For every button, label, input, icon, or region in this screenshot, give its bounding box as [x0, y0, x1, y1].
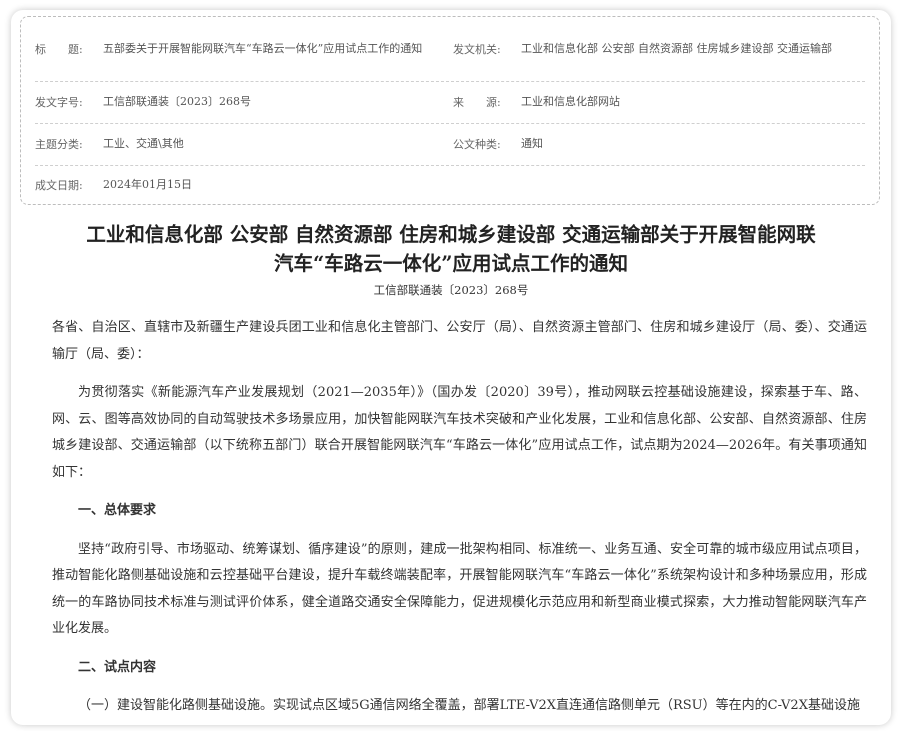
doc-number-label: 发文字号: — [35, 96, 83, 109]
section-2-heading: 二、试点内容 — [78, 659, 157, 675]
written-date-label: 成文日期: — [35, 178, 83, 192]
document-frame: 标 题: 五部委关于开展智能网联汽车“车路云一体化”应用试点工作的通知 发文机关… — [11, 10, 891, 725]
title-label: 标 题: — [35, 43, 83, 56]
metadata-row-title: 标 题: 五部委关于开展智能网联汽车“车路云一体化”应用试点工作的通知 发文机关… — [35, 17, 865, 82]
metadata-row-category: 主题分类: 工业、交通\其他 公文种类: 通知 — [35, 123, 865, 166]
metadata-row-date: 成文日期: 2024年01月15日 — [35, 165, 865, 204]
section-1-paragraph: 坚持“政府引导、市场驱动、统筹谋划、循序建设”的原则，建成一批架构相同、标准统一… — [52, 541, 867, 637]
document-title-line-2: 汽车“车路云一体化”应用试点工作的通知 — [274, 252, 628, 275]
document-body: 各省、自治区、直辖市及新疆生产建设兵团工业和信息化主管部门、公安厅（局）、自然资… — [52, 315, 867, 725]
issuing-authority-label: 发文机关: — [453, 43, 501, 56]
metadata-row-doc-number: 发文字号: 工信部联通装〔2023〕268号 来 源: 工业和信息化部网站 — [35, 81, 865, 124]
subject-category-value: 工业、交通\其他 — [103, 137, 184, 150]
section-1-heading: 一、总体要求 — [78, 503, 157, 518]
addressees-paragraph: 各省、自治区、直辖市及新疆生产建设兵团工业和信息化主管部门、公安厅（局）、自然资… — [52, 320, 867, 362]
document-type-label: 公文种类: — [453, 138, 501, 151]
title-value: 五部委关于开展智能网联汽车“车路云一体化”应用试点工作的通知 — [103, 42, 423, 55]
subject-category-label: 主题分类: — [35, 138, 83, 151]
doc-number-value: 工信部联通装〔2023〕268号 — [103, 95, 251, 108]
written-date-value: 2024年01月15日 — [103, 177, 192, 191]
document-title-line-1: 工业和信息化部 公安部 自然资源部 住房和城乡建设部 交通运输部关于开展智能网联 — [86, 223, 816, 246]
section-2-item-1-paragraph: （一）建设智能化路侧基础设施。实现试点区域5G通信网络全覆盖，部署LTE-V2X… — [78, 698, 860, 713]
document-metadata-panel: 标 题: 五部委关于开展智能网联汽车“车路云一体化”应用试点工作的通知 发文机关… — [20, 16, 880, 205]
document-type-value: 通知 — [521, 137, 543, 150]
document-title: 工业和信息化部 公安部 自然资源部 住房和城乡建设部 交通运输部关于开展智能网联… — [41, 220, 861, 278]
source-value: 工业和信息化部网站 — [521, 95, 620, 108]
document-number: 工信部联通装〔2023〕268号 — [373, 283, 529, 297]
issuing-authority-value: 工业和信息化部 公安部 自然资源部 住房城乡建设部 交通运输部 — [521, 42, 832, 55]
intro-paragraph: 为贯彻落实《新能源汽车产业发展规划（2021—2035年）》（国办发〔2020〕… — [52, 385, 867, 480]
source-label: 来 源: — [453, 96, 501, 109]
